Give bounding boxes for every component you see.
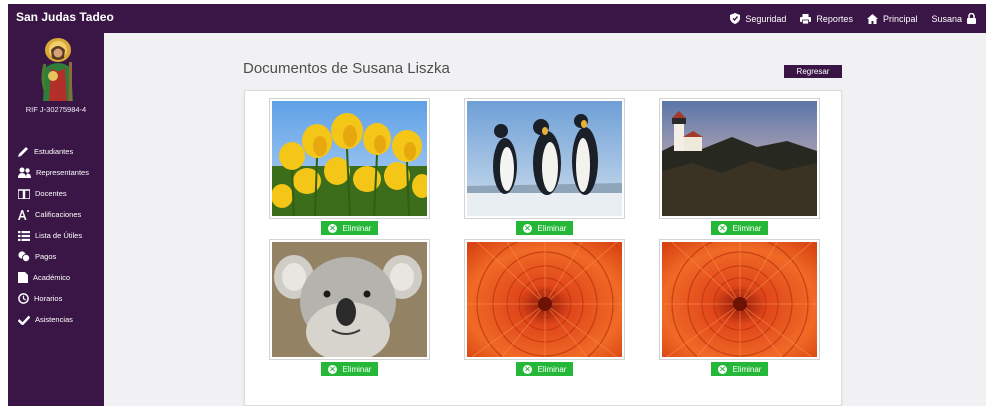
sidebar-item-label: Académico xyxy=(33,273,71,282)
top-nav: Seguridad Reportes Principal Susana xyxy=(730,4,976,33)
close-icon xyxy=(327,223,337,233)
chrysanthemum-photo xyxy=(662,242,817,357)
document-thumbnail[interactable] xyxy=(269,239,430,360)
document-card: Eliminar xyxy=(659,239,820,376)
document-thumbnail[interactable] xyxy=(464,98,625,219)
brand-name[interactable]: San Judas Tadeo xyxy=(16,10,114,24)
sidebar-item-calificaciones[interactable]: Calificaciones xyxy=(8,204,104,225)
delete-label: Eliminar xyxy=(537,223,567,233)
sidebar-menu: Estudiantes Representantes Docentes Cali… xyxy=(8,141,104,330)
delete-button[interactable]: Eliminar xyxy=(321,362,378,376)
users-icon xyxy=(18,167,31,178)
delete-button[interactable]: Eliminar xyxy=(711,221,768,235)
delete-button[interactable]: Eliminar xyxy=(516,362,573,376)
delete-button[interactable]: Eliminar xyxy=(516,221,573,235)
delete-label: Eliminar xyxy=(732,364,762,374)
delete-label: Eliminar xyxy=(732,223,762,233)
document-card: Eliminar xyxy=(659,98,820,235)
sidebar-item-horarios[interactable]: Horarios xyxy=(8,288,104,309)
rif-label: RIF J-30275984-4 xyxy=(25,105,87,114)
sidebar-item-label: Horarios xyxy=(34,294,63,303)
sidebar-item-pagos[interactable]: Pagos xyxy=(8,246,104,267)
main-content: Documentos de Susana Liszka Regresar Eli… xyxy=(104,33,986,406)
school-logo xyxy=(41,38,73,101)
home-icon xyxy=(866,13,878,24)
document-thumbnail[interactable] xyxy=(464,239,625,360)
document-card: Eliminar xyxy=(464,98,625,235)
font-icon xyxy=(18,210,29,220)
nav-seguridad-label: Seguridad xyxy=(745,13,787,24)
documents-panel: Eliminar Eliminar Eliminar Eliminar Elim… xyxy=(244,90,842,406)
nav-seguridad[interactable]: Seguridad xyxy=(730,13,786,24)
document-thumbnail[interactable] xyxy=(659,98,820,219)
nav-principal-label: Principal xyxy=(882,13,918,24)
user-menu[interactable]: Susana xyxy=(931,13,976,24)
document-thumbnail[interactable] xyxy=(659,239,820,360)
sidebar-item-label: Docentes xyxy=(35,189,67,198)
book-icon xyxy=(18,188,30,199)
close-icon xyxy=(327,364,337,374)
user-name: Susana xyxy=(931,13,962,24)
document-thumbnail[interactable] xyxy=(269,98,430,219)
delete-button[interactable]: Eliminar xyxy=(711,362,768,376)
sidebar-item-label: Lista de Útiles xyxy=(35,231,83,240)
back-button[interactable]: Regresar xyxy=(784,65,842,78)
sidebar-item-label: Pagos xyxy=(35,252,57,261)
close-icon xyxy=(522,223,532,233)
check-icon xyxy=(18,315,30,325)
pencil-icon xyxy=(18,147,28,157)
document-card: Eliminar xyxy=(464,239,625,376)
koala-photo xyxy=(272,242,427,357)
sidebar-item-lista-utiles[interactable]: Lista de Útiles xyxy=(8,225,104,246)
sidebar-item-label: Estudiantes xyxy=(34,147,74,156)
nav-reportes[interactable]: Reportes xyxy=(800,13,853,24)
list-icon xyxy=(18,230,30,241)
lighthouse-photo xyxy=(662,101,817,216)
top-navbar: San Judas Tadeo Seguridad Reportes Princ… xyxy=(8,4,986,33)
nav-reportes-label: Reportes xyxy=(816,13,853,24)
sidebar-item-academico[interactable]: Académico xyxy=(8,267,104,288)
printer-icon xyxy=(800,13,812,24)
sidebar: RIF J-30275984-4 Estudiantes Representan… xyxy=(8,33,104,406)
sidebar-item-asistencias[interactable]: Asistencias xyxy=(8,309,104,330)
delete-button[interactable]: Eliminar xyxy=(321,221,378,235)
penguins-photo xyxy=(467,101,622,216)
document-card: Eliminar xyxy=(269,98,430,235)
close-icon xyxy=(522,364,532,374)
close-icon xyxy=(717,364,727,374)
page-title: Documentos de Susana Liszka xyxy=(243,60,450,77)
sidebar-item-label: Asistencias xyxy=(35,315,73,324)
close-icon xyxy=(717,223,727,233)
coins-icon xyxy=(18,251,30,262)
delete-label: Eliminar xyxy=(537,364,567,374)
delete-label: Eliminar xyxy=(342,223,372,233)
document-card: Eliminar xyxy=(269,239,430,376)
delete-label: Eliminar xyxy=(342,364,372,374)
tulips-photo xyxy=(272,101,427,216)
sidebar-item-label: Calificaciones xyxy=(35,210,82,219)
chrysanthemum-photo xyxy=(467,242,622,357)
shield-icon xyxy=(730,13,741,24)
lock-icon xyxy=(967,13,976,24)
sidebar-item-docentes[interactable]: Docentes xyxy=(8,183,104,204)
clock-icon xyxy=(18,293,29,304)
nav-principal[interactable]: Principal xyxy=(866,13,918,24)
file-icon xyxy=(18,272,28,283)
sidebar-item-estudiantes[interactable]: Estudiantes xyxy=(8,141,104,162)
app-window: San Judas Tadeo Seguridad Reportes Princ… xyxy=(8,4,986,406)
sidebar-item-representantes[interactable]: Representantes xyxy=(8,162,104,183)
sidebar-item-label: Representantes xyxy=(36,168,89,177)
